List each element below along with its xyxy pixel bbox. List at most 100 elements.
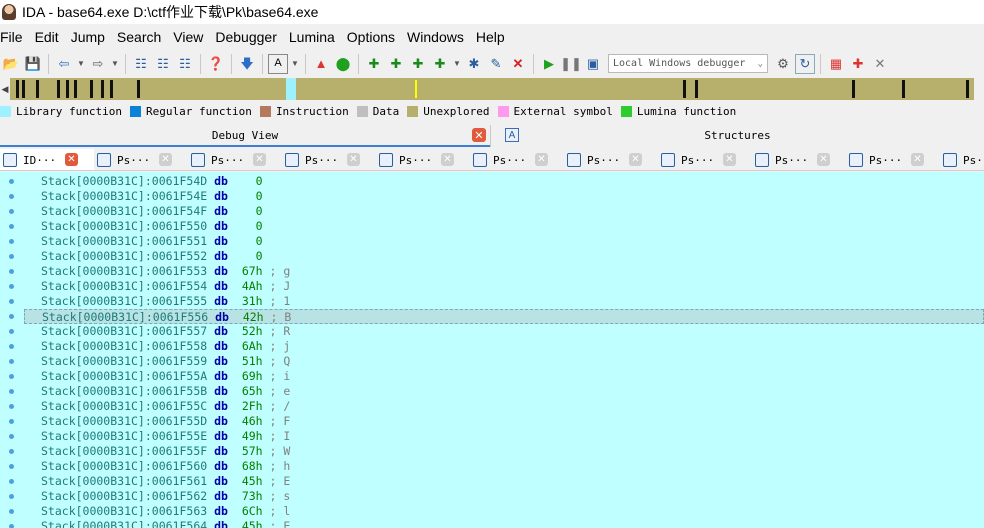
menu-windows[interactable]: Windows	[401, 29, 470, 45]
menu-help[interactable]: Help	[470, 29, 511, 45]
tab-ida-view[interactable]: ID··· ✕	[0, 149, 94, 170]
close-icon[interactable]: ✕	[441, 153, 454, 166]
make-array-icon[interactable]: ✚	[430, 54, 450, 74]
tab-pseudocode-8[interactable]: Ps··· ✕	[752, 149, 846, 170]
line-marker-dot[interactable]	[9, 284, 14, 289]
edit-icon[interactable]: ✎	[486, 54, 506, 74]
code-line[interactable]: Stack[0000B31C]:0061F561 db 45h ; E	[24, 474, 984, 489]
line-marker-dot[interactable]	[9, 344, 14, 349]
code-line[interactable]: Stack[0000B31C]:0061F55A db 69h ; i	[24, 369, 984, 384]
close-icon[interactable]: ✕	[65, 153, 78, 166]
struct-var-icon[interactable]: ✱	[464, 54, 484, 74]
line-marker-dot[interactable]	[9, 299, 14, 304]
menu-options[interactable]: Options	[341, 29, 401, 45]
open-folder-icon[interactable]: 📂	[1, 54, 21, 74]
code-line[interactable]: Stack[0000B31C]:0061F54E db 0	[24, 189, 984, 204]
delete-breakpoint-icon[interactable]: ✕	[870, 54, 890, 74]
disassembly-view[interactable]: Stack[0000B31C]:0061F54D db 0 Stack[0000B…	[0, 172, 984, 528]
line-marker-dot[interactable]	[9, 419, 14, 424]
text-mode-icon[interactable]: A	[268, 53, 288, 74]
back-dropdown-icon[interactable]: ▼	[76, 54, 86, 74]
line-marker-dot[interactable]	[9, 374, 14, 379]
code-line[interactable]: Stack[0000B31C]:0061F555 db 31h ; 1	[24, 294, 984, 309]
line-marker-dot[interactable]	[9, 389, 14, 394]
close-icon[interactable]: ✕	[347, 153, 360, 166]
line-marker-dot[interactable]	[9, 224, 14, 229]
tab-pseudocode-2[interactable]: Ps··· ✕	[188, 149, 282, 170]
code-line[interactable]: Stack[0000B31C]:0061F55B db 65h ; e	[24, 384, 984, 399]
line-marker-dot[interactable]	[9, 179, 14, 184]
attach-icon[interactable]: ⚙	[773, 54, 793, 74]
menu-file[interactable]: File	[0, 29, 29, 45]
undefine-icon[interactable]: ✕	[508, 54, 528, 74]
tab-pseudocode-9[interactable]: Ps··· ✕	[846, 149, 940, 170]
line-marker-dot[interactable]	[9, 359, 14, 364]
search-text-icon[interactable]: ☷	[153, 54, 173, 74]
close-icon[interactable]: ✕	[472, 128, 486, 142]
line-marker-dot[interactable]	[9, 404, 14, 409]
close-icon[interactable]: ✕	[817, 153, 830, 166]
line-marker-dot[interactable]	[9, 239, 14, 244]
tab-pseudocode-10[interactable]: Ps···	[940, 149, 984, 170]
line-marker-dot[interactable]	[9, 494, 14, 499]
line-marker-dot[interactable]	[9, 509, 14, 514]
code-line[interactable]: Stack[0000B31C]:0061F559 db 51h ; Q	[24, 354, 984, 369]
code-line[interactable]: Stack[0000B31C]:0061F556 db 42h ; B	[24, 309, 984, 324]
panel-debug-view[interactable]: Debug View ✕	[0, 125, 490, 147]
code-line[interactable]: Stack[0000B31C]:0061F550 db 0	[24, 219, 984, 234]
line-marker-dot[interactable]	[9, 269, 14, 274]
green-circle-icon[interactable]: ⬤	[333, 54, 353, 74]
text-mode-dropdown-icon[interactable]: ▼	[290, 54, 300, 74]
back-arrow-icon[interactable]: ⇦	[54, 54, 74, 74]
code-line[interactable]: Stack[0000B31C]:0061F552 db 0	[24, 249, 984, 264]
search-binary-icon[interactable]: ☷	[131, 54, 151, 74]
close-icon[interactable]: ✕	[535, 153, 548, 166]
breakpoint-list-icon[interactable]: ▦	[826, 54, 846, 74]
line-marker-dot[interactable]	[9, 524, 14, 528]
line-marker-dot[interactable]	[9, 314, 14, 319]
code-line[interactable]: Stack[0000B31C]:0061F563 db 6Ch ; l	[24, 504, 984, 519]
close-icon[interactable]: ✕	[629, 153, 642, 166]
start-process-icon[interactable]: ▶	[539, 54, 559, 74]
menu-jump[interactable]: Jump	[65, 29, 111, 45]
line-marker-dot[interactable]	[9, 449, 14, 454]
code-line[interactable]: Stack[0000B31C]:0061F55C db 2Fh ; /	[24, 399, 984, 414]
make-ascii-icon[interactable]: ✚	[408, 54, 428, 74]
line-marker-dot[interactable]	[9, 194, 14, 199]
patch-icon[interactable]: ❓	[206, 54, 226, 74]
make-array-dropdown-icon[interactable]: ▼	[452, 54, 462, 74]
code-line[interactable]: Stack[0000B31C]:0061F557 db 52h ; R	[24, 324, 984, 339]
menu-debugger[interactable]: Debugger	[209, 29, 283, 45]
code-line[interactable]: Stack[0000B31C]:0061F558 db 6Ah ; j	[24, 339, 984, 354]
panel-structures[interactable]: A Structures	[490, 125, 984, 147]
code-line[interactable]: Stack[0000B31C]:0061F553 db 67h ; g	[24, 264, 984, 279]
line-marker-dot[interactable]	[9, 329, 14, 334]
nav-left-arrow-icon[interactable]: ◀	[0, 78, 10, 100]
make-data-icon[interactable]: ✚	[386, 54, 406, 74]
graph-overview-icon[interactable]: ▲	[311, 54, 331, 74]
menu-edit[interactable]: Edit	[29, 29, 65, 45]
code-line[interactable]: Stack[0000B31C]:0061F560 db 68h ; h	[24, 459, 984, 474]
code-line[interactable]: Stack[0000B31C]:0061F54D db 0	[24, 174, 984, 189]
add-breakpoint-icon[interactable]: ✚	[848, 54, 868, 74]
refresh-icon[interactable]: ↻	[795, 53, 815, 74]
tab-pseudocode-7[interactable]: Ps··· ✕	[658, 149, 752, 170]
menu-search[interactable]: Search	[111, 29, 167, 45]
nav-right-edge[interactable]	[974, 78, 984, 100]
navigation-band[interactable]: ◀	[0, 78, 984, 100]
line-marker-dot[interactable]	[9, 209, 14, 214]
close-icon[interactable]: ✕	[159, 153, 172, 166]
close-icon[interactable]: ✕	[723, 153, 736, 166]
tab-pseudocode-4[interactable]: Ps··· ✕	[376, 149, 470, 170]
tab-pseudocode-6[interactable]: Ps··· ✕	[564, 149, 658, 170]
tab-pseudocode-1[interactable]: Ps··· ✕	[94, 149, 188, 170]
code-line[interactable]: Stack[0000B31C]:0061F564 db 45h ; E	[24, 519, 984, 528]
close-icon[interactable]: ✕	[911, 153, 924, 166]
code-line[interactable]: Stack[0000B31C]:0061F55D db 46h ; F	[24, 414, 984, 429]
make-code-icon[interactable]: ✚	[364, 54, 384, 74]
code-line[interactable]: Stack[0000B31C]:0061F54F db 0	[24, 204, 984, 219]
terminate-process-icon[interactable]: ▣	[583, 54, 603, 74]
code-line[interactable]: Stack[0000B31C]:0061F562 db 73h ; s	[24, 489, 984, 504]
line-marker-dot[interactable]	[9, 464, 14, 469]
line-marker-dot[interactable]	[9, 254, 14, 259]
